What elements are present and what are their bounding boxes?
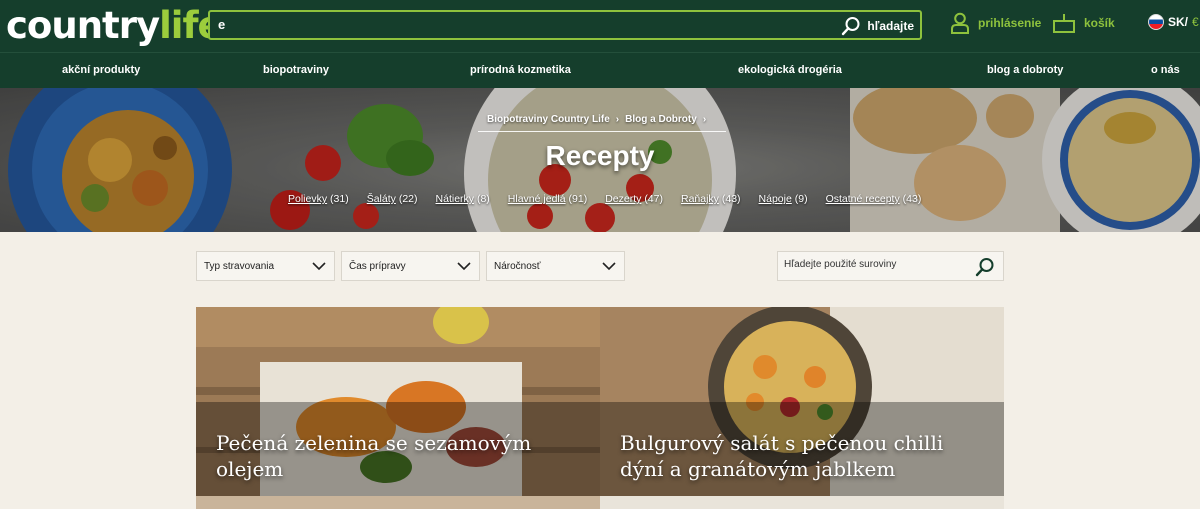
filter-narocnost[interactable]: Náročnosť xyxy=(486,251,625,281)
nav-item-o-nas[interactable]: o nás xyxy=(1151,64,1180,76)
main-nav: akční produkty biopotraviny prírodná koz… xyxy=(0,52,1200,88)
breadcrumb: Biopotraviny Country Life › Blog a Dobro… xyxy=(487,114,706,125)
nav-item-blog-a-dobroty[interactable]: blog a dobroty xyxy=(987,64,1063,76)
chevron-down-icon xyxy=(602,262,616,271)
nav-item-ekologicka-drogeria[interactable]: ekologická drogéria xyxy=(738,64,842,76)
nav-item-prirodna-kozmetika[interactable]: prírodná kozmetika xyxy=(470,64,571,76)
category-dezerty[interactable]: Dezerty (47) xyxy=(605,193,663,205)
hero-banner: Biopotraviny Country Life › Blog a Dobro… xyxy=(0,88,1200,232)
recipe-title: Pečená zelenina se sezamovým olejem xyxy=(216,431,532,481)
search-input[interactable]: e xyxy=(218,17,225,32)
chevron-down-icon xyxy=(457,262,471,271)
filter-cas-pripravy[interactable]: Čas prípravy xyxy=(341,251,480,281)
recipe-title: Bulgurový salát s pečenou chilli dýní a … xyxy=(620,431,944,481)
category-ostatne-recepty[interactable]: Ostatné recepty (43) xyxy=(826,193,922,205)
currency-code: € xyxy=(1192,15,1199,29)
cart-link[interactable]: košík xyxy=(1052,12,1115,34)
category-links: Polievky (31) Šaláty (22) Nátierky (8) H… xyxy=(288,193,921,205)
filter-label: Čas prípravy xyxy=(349,260,406,272)
breadcrumb-divider xyxy=(478,131,726,132)
recipe-card[interactable]: Pečená zelenina se sezamovým olejem xyxy=(196,307,600,496)
recipe-card-peek xyxy=(600,496,1004,509)
category-napoje[interactable]: Nápoje (9) xyxy=(759,193,808,205)
filter-label: Typ stravovania xyxy=(204,260,275,272)
filter-typ-stravovania[interactable]: Typ stravovania xyxy=(196,251,335,281)
login-label: prihlásenie xyxy=(978,16,1042,30)
chevron-down-icon xyxy=(312,262,326,271)
slovak-flag-icon xyxy=(1148,14,1164,30)
recipe-card[interactable]: Bulgurový salát s pečenou chilli dýní a … xyxy=(600,307,1004,496)
recipe-card-peek xyxy=(196,496,600,509)
category-hlavne-jedla[interactable]: Hlavné jedlá (91) xyxy=(508,193,587,205)
search-button-label: hľadajte xyxy=(867,19,914,33)
category-polievky[interactable]: Polievky (31) xyxy=(288,193,349,205)
top-bar: country life e hľadajte prihlásenie košík… xyxy=(0,0,1200,52)
filter-label: Náročnosť xyxy=(494,260,541,272)
login-link[interactable]: prihlásenie xyxy=(950,12,1041,34)
category-salaty[interactable]: Šaláty (22) xyxy=(367,193,418,205)
chevron-right-icon: › xyxy=(702,114,707,125)
search-icon[interactable] xyxy=(975,257,995,277)
basket-icon xyxy=(1053,14,1075,33)
nav-item-akcni-produkty[interactable]: akční produkty xyxy=(62,64,140,76)
search-button[interactable]: hľadajte xyxy=(841,14,914,38)
chevron-right-icon: › xyxy=(615,114,620,125)
search-icon xyxy=(842,17,860,36)
ingredients-search xyxy=(777,251,1004,281)
search-bar[interactable]: e hľadajte xyxy=(208,10,922,40)
logo[interactable]: country life xyxy=(6,2,223,48)
category-ranajky[interactable]: Raňajky (43) xyxy=(681,193,741,205)
cart-label: košík xyxy=(1084,16,1115,30)
breadcrumb-home[interactable]: Biopotraviny Country Life xyxy=(487,114,610,125)
language-code: SK/ xyxy=(1168,15,1189,29)
page-title: Recepty xyxy=(545,140,655,171)
breadcrumb-blog[interactable]: Blog a Dobroty xyxy=(625,114,697,125)
category-natierky[interactable]: Nátierky (8) xyxy=(436,193,490,205)
user-icon xyxy=(951,12,969,34)
nav-item-biopotraviny[interactable]: biopotraviny xyxy=(263,64,329,76)
language-switch[interactable]: SK/€ xyxy=(1148,14,1199,30)
ingredients-search-input[interactable] xyxy=(784,259,964,270)
logo-country: country xyxy=(6,3,160,47)
